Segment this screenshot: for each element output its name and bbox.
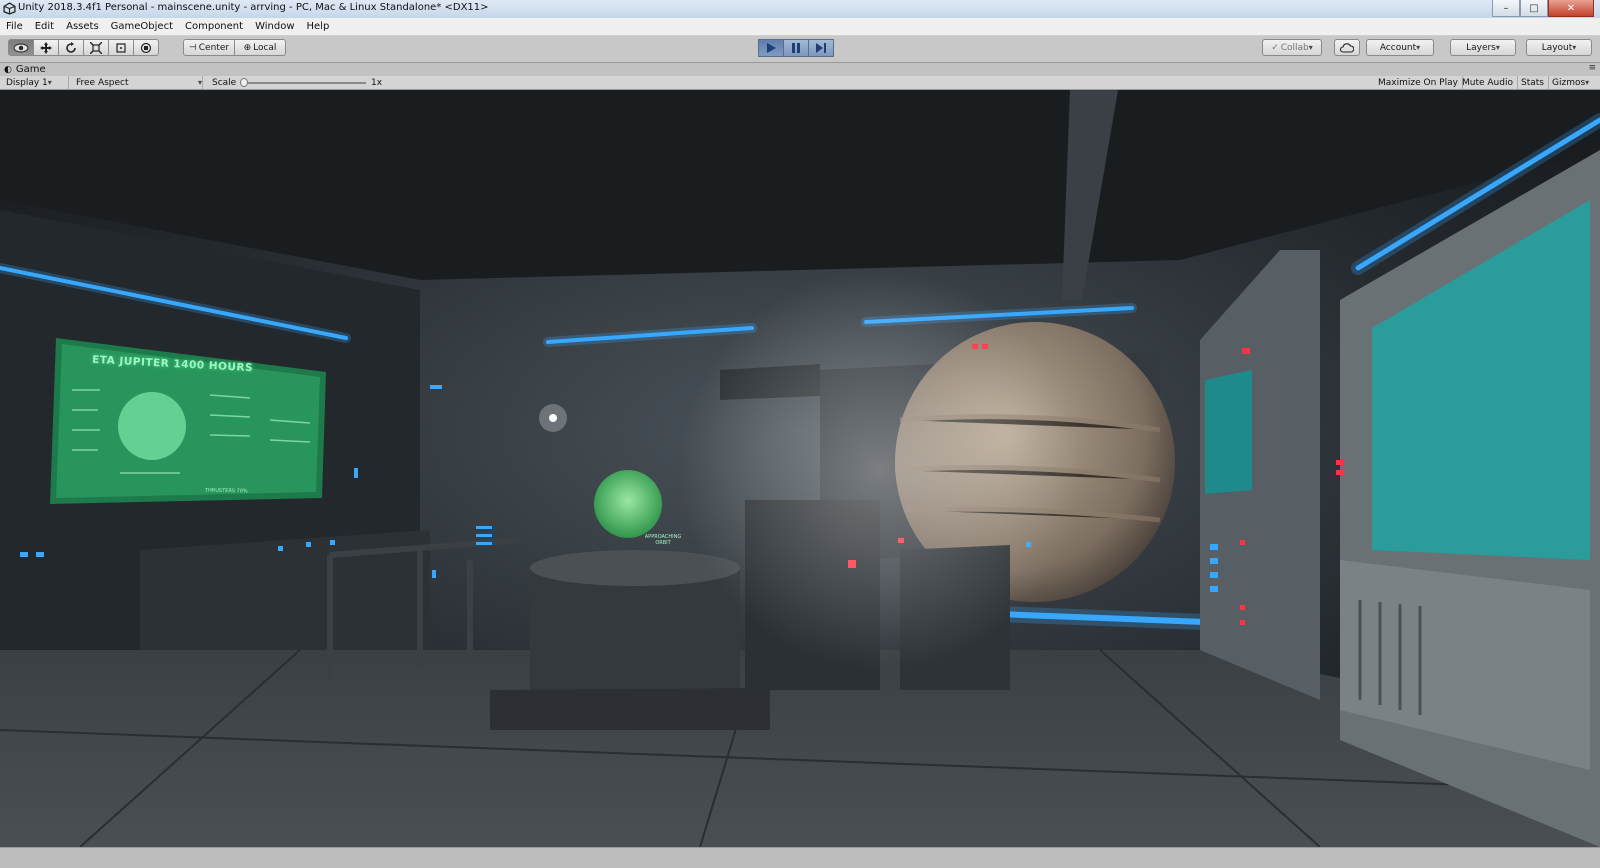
account-dropdown[interactable]: Account [1366,39,1434,56]
menu-assets[interactable]: Assets [60,21,105,32]
cloud-icon [1340,42,1354,53]
layout-dropdown[interactable]: Layout [1526,39,1592,56]
menu-edit[interactable]: Edit [29,21,60,32]
scale-tool-button[interactable] [83,39,109,56]
close-button[interactable]: ✕ [1548,0,1594,17]
rotate-tool-button[interactable] [58,39,84,56]
menu-file[interactable]: File [0,21,29,32]
rect-tool-button[interactable] [108,39,134,56]
collab-label: Collab [1280,42,1309,53]
unity-logo-icon [3,2,16,15]
hud-thrusters-text: THRUSTERS 70% [204,487,248,495]
hand-tool-button[interactable] [8,39,34,56]
pause-button[interactable] [783,39,809,57]
scale-slider-handle[interactable] [240,78,248,87]
transform-icon [140,42,152,53]
menu-bar: File Edit Assets GameObject Component Wi… [0,18,1600,36]
scale-label: Scale [212,77,237,88]
local-icon: ⊕ [243,42,252,53]
game-tab-label: Game [15,64,46,75]
transform-tools [8,39,159,56]
window-title: Unity 2018.3.4f1 Personal - mainscene.un… [18,2,489,13]
window-title-bar: Unity 2018.3.4f1 Personal - mainscene.un… [0,0,1600,19]
game-render [0,90,1600,847]
game-tab-icon: ◐ [4,64,12,75]
stats-toggle[interactable]: Stats [1521,76,1549,89]
pivot-center-button[interactable]: ⊣ Center [183,39,235,56]
minimize-button[interactable]: – [1492,0,1520,17]
step-icon [816,43,826,53]
move-arrows-icon [40,41,52,54]
scale-slider-track[interactable] [244,82,366,84]
cloud-button[interactable] [1334,39,1360,56]
maximize-button[interactable]: □ [1520,0,1548,17]
layers-dropdown[interactable]: Layers [1450,39,1516,56]
game-tab[interactable]: ◐ Game [4,63,46,76]
game-tab-bar: ◐ Game ≡ [0,63,1600,76]
play-button[interactable] [758,39,784,57]
menu-gameobject[interactable]: GameObject [105,21,179,32]
pivot-local-label: Local [253,42,277,53]
pivot-icon: ⊣ [188,42,197,53]
pivot-local-button[interactable]: ⊕ Local [234,39,286,56]
stats-label: Stats [1521,77,1544,88]
tab-menu-icon[interactable]: ≡ [1588,63,1596,73]
account-label: Account [1379,42,1417,53]
hologram-label-line-2: ORBIT [655,540,671,546]
layers-label: Layers [1466,42,1496,53]
step-button[interactable] [808,39,834,57]
pause-icon [792,43,800,53]
scale-value: 1x [371,77,383,88]
gizmos-label: Gizmos [1552,77,1586,88]
game-view[interactable]: ETA JUPITER 1400 HOURS THRUSTERS 70% APP… [0,90,1600,847]
collab-dropdown[interactable]: ✓ Collab [1262,39,1322,56]
mute-audio-toggle[interactable]: Mute Audio [1462,76,1518,89]
collab-check-icon: ✓ [1271,42,1279,53]
scale-icon [90,41,102,54]
aspect-label: Free Aspect [76,77,129,88]
menu-component[interactable]: Component [179,21,249,32]
maximize-on-play-label: Maximize On Play [1378,77,1458,88]
game-view-controls: Display 1 Free Aspect Scale 1x Maximize … [0,76,1600,90]
transform-tool-button[interactable] [133,39,159,56]
status-bar [0,847,1600,868]
menu-window[interactable]: Window [249,21,300,32]
pivot-center-label: Center [198,42,230,53]
rotate-icon [66,41,76,53]
play-icon [767,43,776,53]
eye-icon [13,43,29,52]
display-label: Display 1 [6,77,48,88]
aspect-dropdown[interactable]: Free Aspect [76,76,203,89]
gizmos-dropdown[interactable]: Gizmos [1552,76,1589,89]
playback-controls [758,39,834,57]
main-toolbar: ⊣ Center ⊕ Local ✓ Collab Ac [0,36,1600,63]
hologram-label: APPROACHING ORBIT [638,534,688,546]
move-tool-button[interactable] [33,39,59,56]
mute-audio-label: Mute Audio [1462,77,1513,88]
maximize-on-play-toggle[interactable]: Maximize On Play [1378,76,1463,89]
rect-icon [116,42,126,53]
display-dropdown[interactable]: Display 1 [6,76,69,89]
layout-label: Layout [1541,42,1573,53]
menu-help[interactable]: Help [301,21,336,32]
